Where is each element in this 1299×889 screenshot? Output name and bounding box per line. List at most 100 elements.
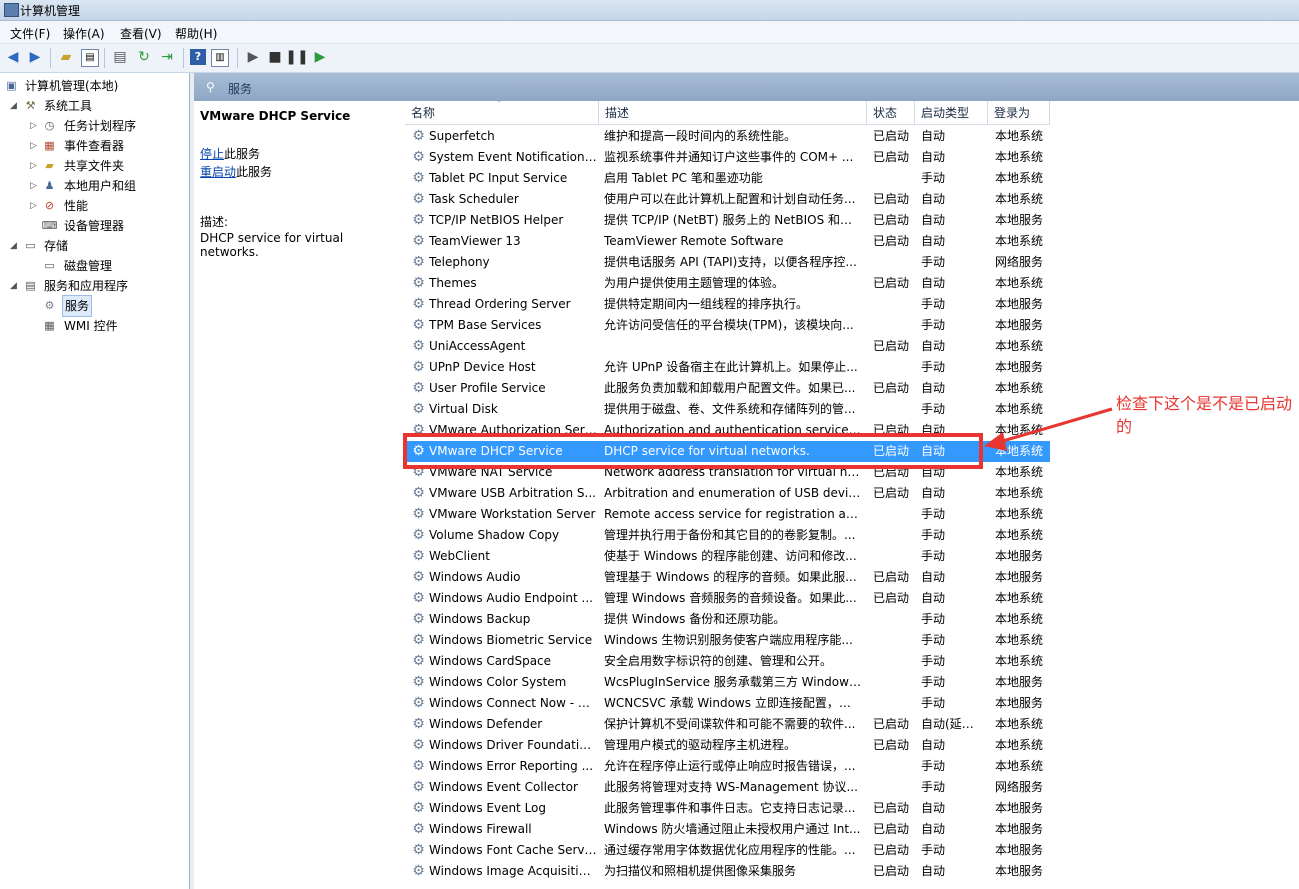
service-row[interactable]: ⚙ VMware Workstation Server Remote access …	[405, 504, 1050, 525]
service-row[interactable]: ⚙ Volume Shadow Copy 管理并执行用于备份和其它目的的卷影复制。.…	[405, 525, 1050, 546]
service-row[interactable]: ⚙ Windows Backup 提供 Windows 备份和还原功能。 手动 本地系统	[405, 609, 1050, 630]
service-desc-cell: 为用户提供使用主题管理的体验。	[604, 276, 785, 290]
service-row[interactable]: ⚙ Windows Event Collector 此服务将管理对支持 WS-Man…	[405, 777, 1050, 798]
service-startup-cell: 手动	[921, 633, 946, 647]
menu-help[interactable]: 帮助(H)	[175, 25, 217, 42]
column-header-description[interactable]: 描述	[599, 101, 867, 125]
service-logon-cell: 本地系统	[995, 381, 1044, 395]
service-row[interactable]: ⚙ Windows Audio 管理基于 Windows 的程序的音频。如果此服..…	[405, 567, 1050, 588]
service-row[interactable]: ⚙ Windows Image Acquisitio... 为扫描仪和照相机提供图像…	[405, 861, 1050, 882]
play-icon[interactable]: ▶	[245, 49, 261, 65]
service-row[interactable]: ⚙ Themes 为用户提供使用主题管理的体验。 已启动 自动 本地系统	[405, 273, 1050, 294]
console-tree: ▣ 计算机管理(本地) ◢ ⚒ 系统工具 ▷ ◷ 任务计划程序 ▷ ▦ 事件查看…	[0, 73, 190, 889]
service-row[interactable]: ⚙ System Event Notification S... 监视系统事件并通知…	[405, 147, 1050, 168]
service-row[interactable]: ⚙ Windows Font Cache Service 通过缓存常用字体数据优化应…	[405, 840, 1050, 861]
service-row[interactable]: ⚙ UniAccessAgent 已启动 自动 本地系统	[405, 336, 1050, 357]
service-row[interactable]: ⚙ Windows Audio Endpoint ... 管理 Windows 音频…	[405, 588, 1050, 609]
gear-icon: ⚙	[412, 569, 425, 585]
shared-folder-icon: ▰	[45, 159, 54, 172]
service-desc-cell: 允许访问受信任的平台模块(TPM)，该模块向...	[604, 318, 854, 332]
stop-service-link[interactable]: 停止	[200, 147, 224, 161]
gear-icon: ⚙	[412, 863, 425, 879]
service-row[interactable]: ⚙ Windows Color System WcsPlugInService 服务…	[405, 672, 1050, 693]
back-arrow-icon[interactable]: ◀	[5, 49, 21, 65]
service-row[interactable]: ⚙ UPnP Device Host 允许 UPnP 设备宿主在此计算机上。如果停止…	[405, 357, 1050, 378]
expand-icon[interactable]: ▷	[30, 156, 40, 176]
service-name-cell: Telephony	[429, 255, 490, 269]
service-row[interactable]: ⚙ Tablet PC Input Service 启用 Tablet PC 笔和墨…	[405, 168, 1050, 189]
service-row[interactable]: ⚙ Windows Event Log 此服务管理事件和事件日志。它支持日志记录..…	[405, 798, 1050, 819]
stop-icon[interactable]: ■	[267, 49, 283, 65]
service-row[interactable]: ⚙ Windows Error Reporting ... 允许在程序停止运行或停止…	[405, 756, 1050, 777]
gear-icon: ⚙	[412, 548, 425, 564]
help-icon[interactable]: ?	[190, 49, 206, 65]
service-desc-cell: Windows 防火墙通过阻止未授权用户通过 Int...	[604, 822, 861, 836]
export-icon[interactable]: ⇥	[159, 49, 175, 65]
menu-file[interactable]: 文件(F)	[10, 25, 50, 42]
service-row[interactable]: ⚙ TeamViewer 13 TeamViewer Remote Software…	[405, 231, 1050, 252]
service-row[interactable]: ⚙ Telephony 提供电话服务 API (TAPI)支持，以便各程序控... 手…	[405, 252, 1050, 273]
restart-service-link[interactable]: 重启动	[200, 165, 236, 179]
service-status-cell: 已启动	[873, 738, 910, 752]
service-row[interactable]: ⚙ User Profile Service 此服务负责加载和卸载用户配置文件。如果…	[405, 378, 1050, 399]
service-name-cell: TPM Base Services	[429, 318, 542, 332]
collapse-icon[interactable]: ◢	[10, 96, 20, 116]
column-header-name[interactable]: 名称 ˄	[405, 101, 599, 125]
service-startup-cell: 手动	[921, 507, 946, 521]
service-startup-cell: 自动	[921, 234, 946, 248]
service-name-cell: System Event Notification S...	[429, 150, 597, 164]
service-name-cell: Windows Color System	[429, 675, 567, 689]
collapse-icon[interactable]: ◢	[10, 276, 20, 296]
service-row[interactable]: ⚙ Thread Ordering Server 提供特定期间内一组线程的排序执行。…	[405, 294, 1050, 315]
service-row[interactable]: ⚙ Windows Driver Foundatio... 管理用户模式的驱动程序主…	[405, 735, 1050, 756]
forward-arrow-icon[interactable]: ▶	[27, 49, 43, 65]
users-icon: ♟	[44, 179, 55, 192]
service-row[interactable]: ⚙ WebClient 使基于 Windows 的程序能创建、访问和修改... 手动 本…	[405, 546, 1050, 567]
service-row[interactable]: ⚙ TCP/IP NetBIOS Helper 提供 TCP/IP (NetBT) …	[405, 210, 1050, 231]
expand-icon[interactable]: ▷	[30, 176, 40, 196]
column-header-status[interactable]: 状态	[867, 101, 915, 125]
service-row[interactable]: ⚙ VMware USB Arbitration S... Arbitration …	[405, 483, 1050, 504]
service-desc-cell: 允许 UPnP 设备宿主在此计算机上。如果停止...	[604, 360, 858, 374]
refresh-icon[interactable]: ↻	[136, 49, 152, 65]
gear-icon: ⚙	[412, 737, 425, 753]
service-row[interactable]: ⚙ Windows Biometric Service Windows 生物识别服务…	[405, 630, 1050, 651]
restart-service-suffix: 此服务	[236, 165, 273, 179]
service-logon-cell: 本地服务	[995, 864, 1044, 878]
toolbar: ◀ ▶ ▰ ▤ ▤ ↻ ⇥ ? ▥ ▶ ■ ❚❚ ▶	[0, 44, 1299, 73]
menu-action[interactable]: 操作(A)	[63, 25, 105, 42]
column-header-startup-type[interactable]: 启动类型	[915, 101, 988, 125]
service-startup-cell: 手动	[921, 696, 946, 710]
service-row[interactable]: ⚙ Superfetch 维护和提高一段时间内的系统性能。 已启动 自动 本地系统	[405, 126, 1050, 147]
service-logon-cell: 本地服务	[995, 213, 1044, 227]
pause-icon[interactable]: ❚❚	[285, 49, 308, 65]
expand-icon[interactable]: ▷	[30, 136, 40, 156]
gear-icon: ⚙	[412, 191, 425, 207]
collapse-icon[interactable]: ◢	[10, 236, 20, 256]
service-desc-cell: 提供用于磁盘、卷、文件系统和存储阵列的管...	[604, 402, 856, 416]
service-row[interactable]: ⚙ Windows Firewall Windows 防火墙通过阻止未授权用户通过 …	[405, 819, 1050, 840]
console-tree-icon[interactable]: ▤	[81, 49, 99, 67]
expand-icon[interactable]: ▷	[30, 116, 40, 136]
column-header-logon[interactable]: 登录为	[988, 101, 1050, 125]
service-row[interactable]: ⚙ Windows Defender 保护计算机不受间谍软件和可能不需要的软件...…	[405, 714, 1050, 735]
service-startup-cell: 自动	[921, 381, 946, 395]
content-title: 服务	[228, 82, 253, 96]
up-folder-icon[interactable]: ▰	[58, 49, 74, 65]
service-row[interactable]: ⚙ Virtual Disk 提供用于磁盘、卷、文件系统和存储阵列的管... 手动 本地…	[405, 399, 1050, 420]
annotation-text: 检查下这个是不是已启动的	[1116, 394, 1293, 436]
show-hide-icon[interactable]: ▥	[211, 49, 229, 67]
description-label: 描述:	[200, 215, 229, 229]
gear-icon: ⚙	[412, 716, 425, 732]
service-row[interactable]: ⚙ Task Scheduler 使用户可以在此计算机上配置和计划自动任务... 已启…	[405, 189, 1050, 210]
expand-icon[interactable]: ▷	[30, 196, 40, 216]
service-startup-cell: 手动	[921, 612, 946, 626]
menu-view[interactable]: 查看(V)	[120, 25, 162, 42]
service-row[interactable]: ⚙ Windows CardSpace 安全启用数字标识符的创建、管理和公开。 手动 本…	[405, 651, 1050, 672]
service-status-cell: 已启动	[873, 591, 910, 605]
service-row[interactable]: ⚙ Windows Connect Now - C... WCNCSVC 承载 Wi…	[405, 693, 1050, 714]
resume-icon[interactable]: ▶	[312, 49, 328, 65]
service-status-cell: 已启动	[873, 717, 910, 731]
service-row[interactable]: ⚙ TPM Base Services 允许访问受信任的平台模块(TPM)，该模块向…	[405, 315, 1050, 336]
properties-icon[interactable]: ▤	[112, 49, 128, 65]
